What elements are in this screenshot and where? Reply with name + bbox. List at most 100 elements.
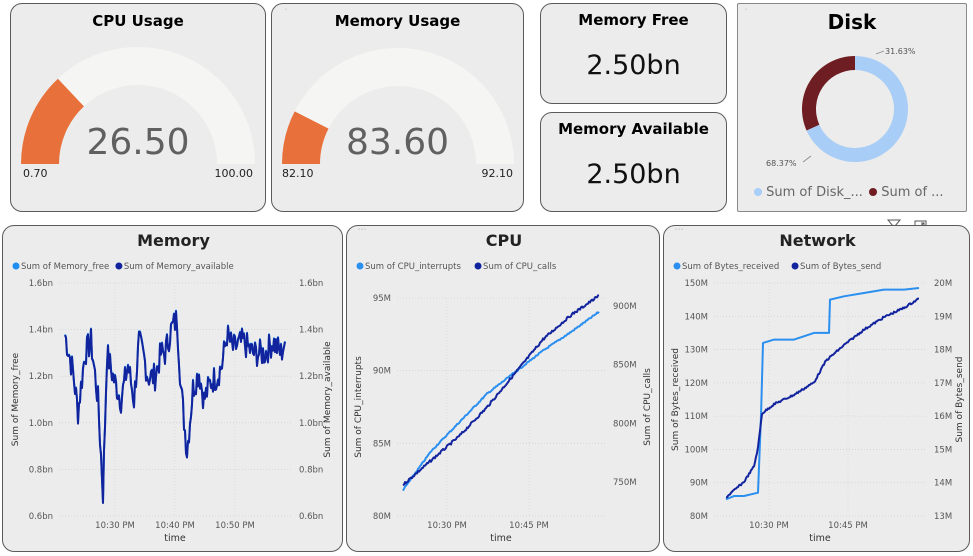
y-tick-label-right: 0.6bn: [299, 512, 323, 522]
y-axis-title: Sum of CPU_interrupts: [354, 356, 364, 458]
y-tick-label: 80M: [690, 512, 708, 522]
cpu-usage-gauge: [21, 47, 255, 164]
y-tick-label-right: 1.2bn: [299, 372, 323, 382]
legend-marker: [356, 262, 364, 270]
series-line: [402, 294, 600, 487]
y-tick-label-right: 750M: [613, 478, 637, 488]
y-tick-label: 90M: [373, 367, 391, 377]
y-tick-label: 150M: [684, 279, 708, 289]
y-tick-label-right: 19M: [934, 312, 952, 322]
chart-title: CPU: [486, 231, 522, 250]
y-tick-label-right: 14M: [934, 479, 952, 489]
memory-usage-max: 92.10: [481, 167, 514, 180]
x-tick-label: 10:30 PM: [427, 521, 467, 531]
y-tick-label-right: 800M: [613, 419, 637, 429]
y-tick-label: 100M: [684, 445, 708, 455]
cpu-line-chart: CPU Sum of CPU_interrupts Sum of CPU_calls…: [354, 231, 653, 544]
memory-chart-card[interactable]: Memory Sum of Memory_free Sum of Memory_av…: [2, 225, 343, 552]
y-axis-title-right: Sum of Bytes_send: [955, 357, 965, 443]
memory-free-title: Memory Free: [578, 11, 689, 29]
donut-slice: [802, 56, 855, 131]
legend-label-disk-1: Sum of Disk_...: [766, 185, 863, 200]
cpu-chart-card[interactable]: ˙˙˙ CPU Sum of CPU_interrupts Sum of CPU_c…: [346, 225, 660, 552]
x-axis-title: time: [809, 533, 831, 544]
y-tick-label-right: 1.4bn: [299, 326, 323, 336]
series-line: [402, 311, 600, 492]
x-axis-title: time: [164, 533, 186, 544]
y-axis-title: Sum of Bytes_received: [671, 348, 681, 451]
legend-label-disk-2: Sum of ...: [881, 185, 944, 200]
y-axis-title-right: Sum of CPU_calls: [643, 368, 653, 446]
memory-free-card[interactable]: Memory Free 2.50bn: [540, 3, 727, 104]
y-tick-label-right: 13M: [934, 512, 952, 522]
memory-free-value: 2.50bn: [586, 50, 681, 81]
y-tick-label: 1.6bn: [29, 279, 53, 289]
legend-marker: [115, 262, 123, 270]
x-tick-label: 10:30 PM: [95, 521, 135, 531]
x-tick-label: 10:40 PM: [155, 521, 195, 531]
legend-label: Sum of CPU_interrupts: [365, 262, 461, 272]
y-tick-label: 0.8bn: [29, 465, 53, 475]
series-line: [725, 297, 920, 499]
legend-marker: [12, 262, 20, 270]
x-axis-title: time: [490, 533, 512, 544]
y-tick-label: 130M: [684, 346, 708, 356]
memory-usage-value: 83.60: [345, 122, 450, 163]
y-axis-title-right: Sum of Memory_available: [323, 341, 333, 458]
leader-line: [875, 50, 885, 55]
y-tick-label: 1.4bn: [29, 326, 53, 336]
cpu-usage-max: 100.00: [214, 167, 254, 180]
legend-label: Sum of Bytes_send: [800, 262, 881, 272]
memory-available-value: 2.50bn: [586, 159, 681, 190]
y-tick-label-right: 1.6bn: [299, 279, 323, 289]
disk-card[interactable]: ˙ Disk 31.63% 68.37% Sum of Disk_... Sum …: [737, 3, 967, 212]
y-tick-label-right: 1.0bn: [299, 419, 323, 429]
legend-marker-disk-2: [869, 188, 878, 196]
x-tick-label: 10:50 PM: [215, 521, 255, 531]
disk-donut-chart: 31.63% 68.37%: [766, 47, 916, 168]
series-line: [725, 286, 920, 501]
y-tick-label-right: 20M: [934, 279, 952, 289]
cpu-usage-card[interactable]: CPU Usage 26.50 0.70 100.00: [10, 3, 266, 212]
data-label: 68.37%: [766, 159, 797, 168]
y-tick-label: 90M: [690, 479, 708, 489]
legend-label: Sum of Memory_free: [21, 262, 109, 272]
y-tick-label: 0.6bn: [29, 512, 53, 522]
network-line-chart: Network Sum of Bytes_received Sum of Bytes…: [671, 231, 965, 544]
y-tick-label-right: 850M: [613, 361, 637, 371]
memory-usage-card[interactable]: ˙ Memory Usage 83.60 82.10 92.10: [271, 3, 524, 212]
legend-label: Sum of CPU_calls: [483, 262, 557, 272]
y-tick-label: 85M: [373, 439, 391, 449]
x-tick-label: 10:30 PM: [749, 521, 789, 531]
y-tick-label-right: 17M: [934, 379, 952, 389]
y-tick-label-right: 0.8bn: [299, 465, 323, 475]
y-tick-label-right: 18M: [934, 346, 952, 356]
y-tick-label: 1.2bn: [29, 372, 53, 382]
y-tick-label-right: 900M: [613, 302, 637, 312]
y-tick-label: 1.0bn: [29, 419, 53, 429]
y-tick-label: 80M: [373, 512, 391, 522]
y-axis-title: Sum of Memory_free: [11, 352, 21, 446]
memory-usage-min: 82.10: [282, 167, 314, 180]
y-tick-label: 110M: [684, 412, 708, 422]
y-tick-label-right: 16M: [934, 412, 952, 422]
cpu-usage-value: 26.50: [86, 122, 190, 163]
legend-marker-disk-1: [754, 188, 762, 196]
x-tick-label: 10:45 PM: [828, 521, 868, 531]
data-label: 31.63%: [885, 47, 916, 56]
memory-available-card[interactable]: Memory Available 2.50bn: [540, 112, 727, 212]
chart-title: Network: [779, 231, 856, 250]
chart-title: Memory: [137, 231, 210, 250]
leader-line: [802, 155, 812, 163]
memory-available-title: Memory Available: [558, 120, 709, 138]
cpu-usage-min: 0.70: [23, 167, 48, 180]
legend-marker: [673, 262, 681, 270]
memory-line-chart: Memory Sum of Memory_free Sum of Memory_av…: [11, 231, 333, 544]
y-tick-label: 95M: [373, 294, 391, 304]
network-chart-card[interactable]: ˙˙˙ Network Sum of Bytes_received Sum of B…: [663, 225, 970, 552]
y-tick-label: 120M: [684, 379, 708, 389]
x-tick-label: 10:45 PM: [509, 521, 549, 531]
y-tick-label: 140M: [684, 312, 708, 322]
memory-usage-gauge: [282, 48, 514, 164]
legend-label: Sum of Bytes_received: [682, 262, 779, 272]
